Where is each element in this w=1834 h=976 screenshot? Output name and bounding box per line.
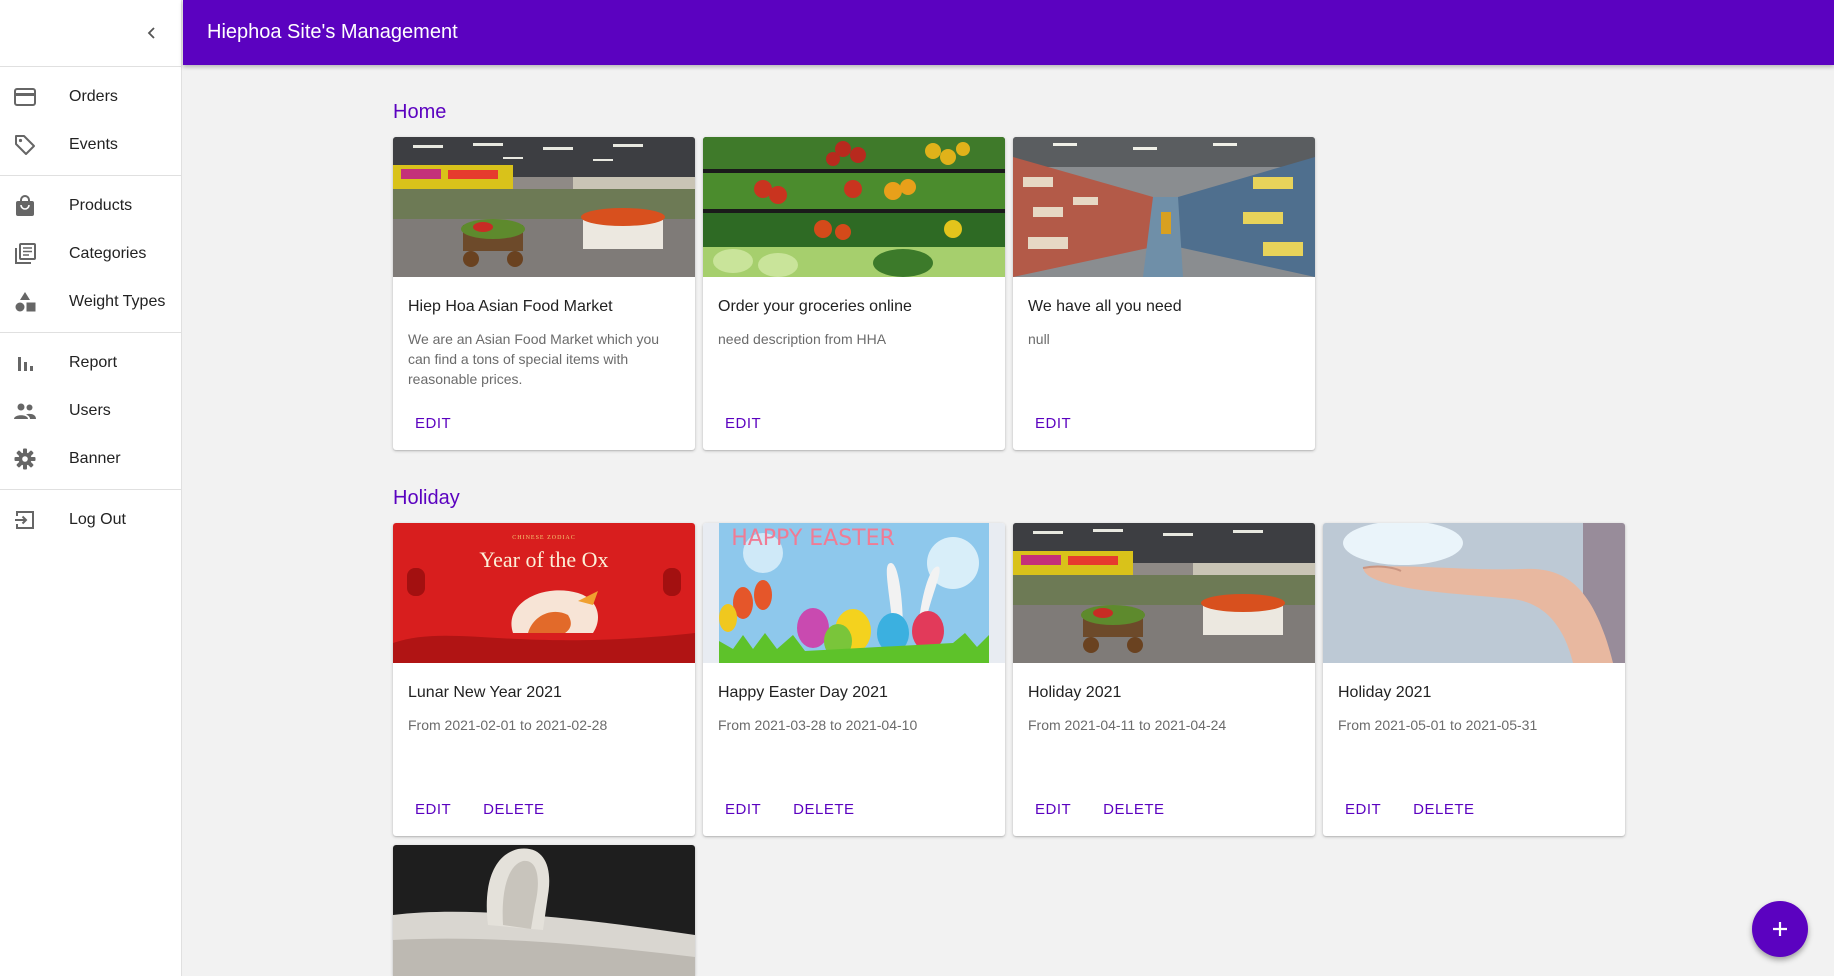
sidebar-item-orders[interactable]: Orders bbox=[0, 73, 181, 121]
top-app-bar: Hiephoa Site's Management bbox=[183, 0, 1834, 65]
sidebar-item-users[interactable]: Users bbox=[0, 387, 181, 435]
shapes-icon bbox=[12, 289, 38, 315]
card-description: need description from HHA bbox=[718, 331, 887, 347]
card-date-range: From 2021-03-28 to 2021-04-10 bbox=[718, 717, 918, 733]
section-title-holiday: Holiday bbox=[393, 487, 460, 509]
sidebar-item-label: Users bbox=[69, 402, 111, 419]
edit-button[interactable]: EDIT bbox=[717, 797, 769, 822]
drawer-header bbox=[0, 0, 181, 67]
tag-icon bbox=[12, 132, 38, 158]
card-title: Holiday 2021 bbox=[1338, 684, 1432, 701]
delete-button[interactable]: DELETE bbox=[785, 797, 862, 822]
fabric-roll-photo bbox=[393, 845, 695, 976]
vegetable-shelves-photo bbox=[703, 137, 1005, 277]
sidebar-item-weight-types[interactable]: Weight Types bbox=[0, 278, 181, 326]
card-date-range: From 2021-04-11 to 2021-04-24 bbox=[1028, 717, 1227, 733]
edit-button[interactable]: EDIT bbox=[1337, 797, 1389, 822]
library-books-icon bbox=[12, 241, 38, 267]
edit-button[interactable]: EDIT bbox=[1027, 411, 1079, 436]
event-card: CHINESE ZODIAC Year of the Ox Lunar New … bbox=[393, 523, 695, 836]
card-title: We have all you need bbox=[1028, 298, 1182, 315]
image-caption: HAPPY EASTER bbox=[731, 526, 895, 551]
event-card: Holiday 2021 From 2021-05-01 to 2021-05-… bbox=[1323, 523, 1625, 836]
sidebar-item-categories[interactable]: Categories bbox=[0, 230, 181, 278]
sidebar-item-log-out[interactable]: Log Out bbox=[0, 496, 181, 544]
sidebar-item-label: Orders bbox=[69, 88, 118, 105]
card-description: null bbox=[1028, 331, 1050, 347]
people-icon bbox=[12, 398, 38, 424]
card-description: We are an Asian Food Market which you ca… bbox=[408, 331, 660, 387]
delete-button[interactable]: DELETE bbox=[475, 797, 552, 822]
banner-card: Order your groceries online need descrip… bbox=[703, 137, 1005, 450]
plus-icon bbox=[1773, 922, 1787, 936]
sidebar-item-label: Weight Types bbox=[69, 293, 166, 310]
nav-group-catalog: Products Categories Weight Types bbox=[0, 176, 181, 333]
card-title: Order your groceries online bbox=[718, 298, 912, 315]
easter-eggs-banner: HAPPY EASTER bbox=[703, 523, 1005, 663]
shopping-bag-icon bbox=[12, 193, 38, 219]
card-title: Happy Easter Day 2021 bbox=[718, 684, 888, 701]
nav-group-primary: Orders Events bbox=[0, 67, 181, 176]
event-card: Holiday 2021 From 2021-04-11 to 2021-04-… bbox=[1013, 523, 1315, 836]
chevron-left-icon bbox=[147, 27, 155, 39]
sidebar-item-label: Log Out bbox=[69, 511, 126, 528]
supermarket-produce-photo bbox=[393, 137, 695, 277]
drawer-collapse-button[interactable] bbox=[137, 18, 167, 48]
sidebar-item-label: Events bbox=[69, 136, 118, 153]
banner-card: We have all you need null EDIT bbox=[1013, 137, 1315, 450]
supermarket-produce-photo bbox=[1013, 523, 1315, 663]
logout-icon bbox=[12, 507, 38, 533]
edit-button[interactable]: EDIT bbox=[1027, 797, 1079, 822]
section-title-home: Home bbox=[393, 101, 447, 123]
card-title: Holiday 2021 bbox=[1028, 684, 1122, 701]
sidebar-item-label: Products bbox=[69, 197, 133, 214]
sidebar-item-events[interactable]: Events bbox=[0, 121, 181, 169]
edit-button[interactable]: EDIT bbox=[407, 411, 459, 436]
sidebar-item-label: Report bbox=[69, 354, 118, 371]
gear-icon bbox=[12, 446, 38, 472]
nav-group-admin: Report Users Banner bbox=[0, 333, 181, 490]
sidebar-item-report[interactable]: Report bbox=[0, 339, 181, 387]
year-of-the-ox-banner: CHINESE ZODIAC Year of the Ox bbox=[393, 523, 695, 663]
event-card bbox=[393, 845, 695, 976]
edit-button[interactable]: EDIT bbox=[407, 797, 459, 822]
image-caption: CHINESE ZODIAC bbox=[512, 535, 576, 541]
card-date-range: From 2021-02-01 to 2021-02-28 bbox=[408, 717, 608, 733]
bar-chart-icon bbox=[12, 350, 38, 376]
card-date-range: From 2021-05-01 to 2021-05-31 bbox=[1338, 717, 1538, 733]
card-title: Lunar New Year 2021 bbox=[408, 684, 562, 701]
page-title: Hiephoa Site's Management bbox=[207, 21, 458, 43]
credit-card-icon bbox=[12, 84, 38, 110]
hand-photo bbox=[1323, 523, 1625, 663]
delete-button[interactable]: DELETE bbox=[1405, 797, 1482, 822]
image-caption: Year of the Ox bbox=[479, 547, 608, 572]
grocery-aisle-photo bbox=[1013, 137, 1315, 277]
event-card: HAPPY EASTER Happy Easter Day 2021 From … bbox=[703, 523, 1005, 836]
delete-button[interactable]: DELETE bbox=[1095, 797, 1172, 822]
side-drawer: Orders Events Products Categories Weight… bbox=[0, 0, 182, 976]
nav-group-session: Log Out bbox=[0, 490, 181, 550]
add-button[interactable] bbox=[1752, 901, 1808, 957]
sidebar-item-label: Banner bbox=[69, 450, 121, 467]
banner-card: Hiep Hoa Asian Food Market We are an Asi… bbox=[393, 137, 695, 450]
card-title: Hiep Hoa Asian Food Market bbox=[408, 298, 613, 315]
sidebar-item-products[interactable]: Products bbox=[0, 182, 181, 230]
sidebar-item-label: Categories bbox=[69, 245, 147, 262]
sidebar-item-banner[interactable]: Banner bbox=[0, 435, 181, 483]
edit-button[interactable]: EDIT bbox=[717, 411, 769, 436]
